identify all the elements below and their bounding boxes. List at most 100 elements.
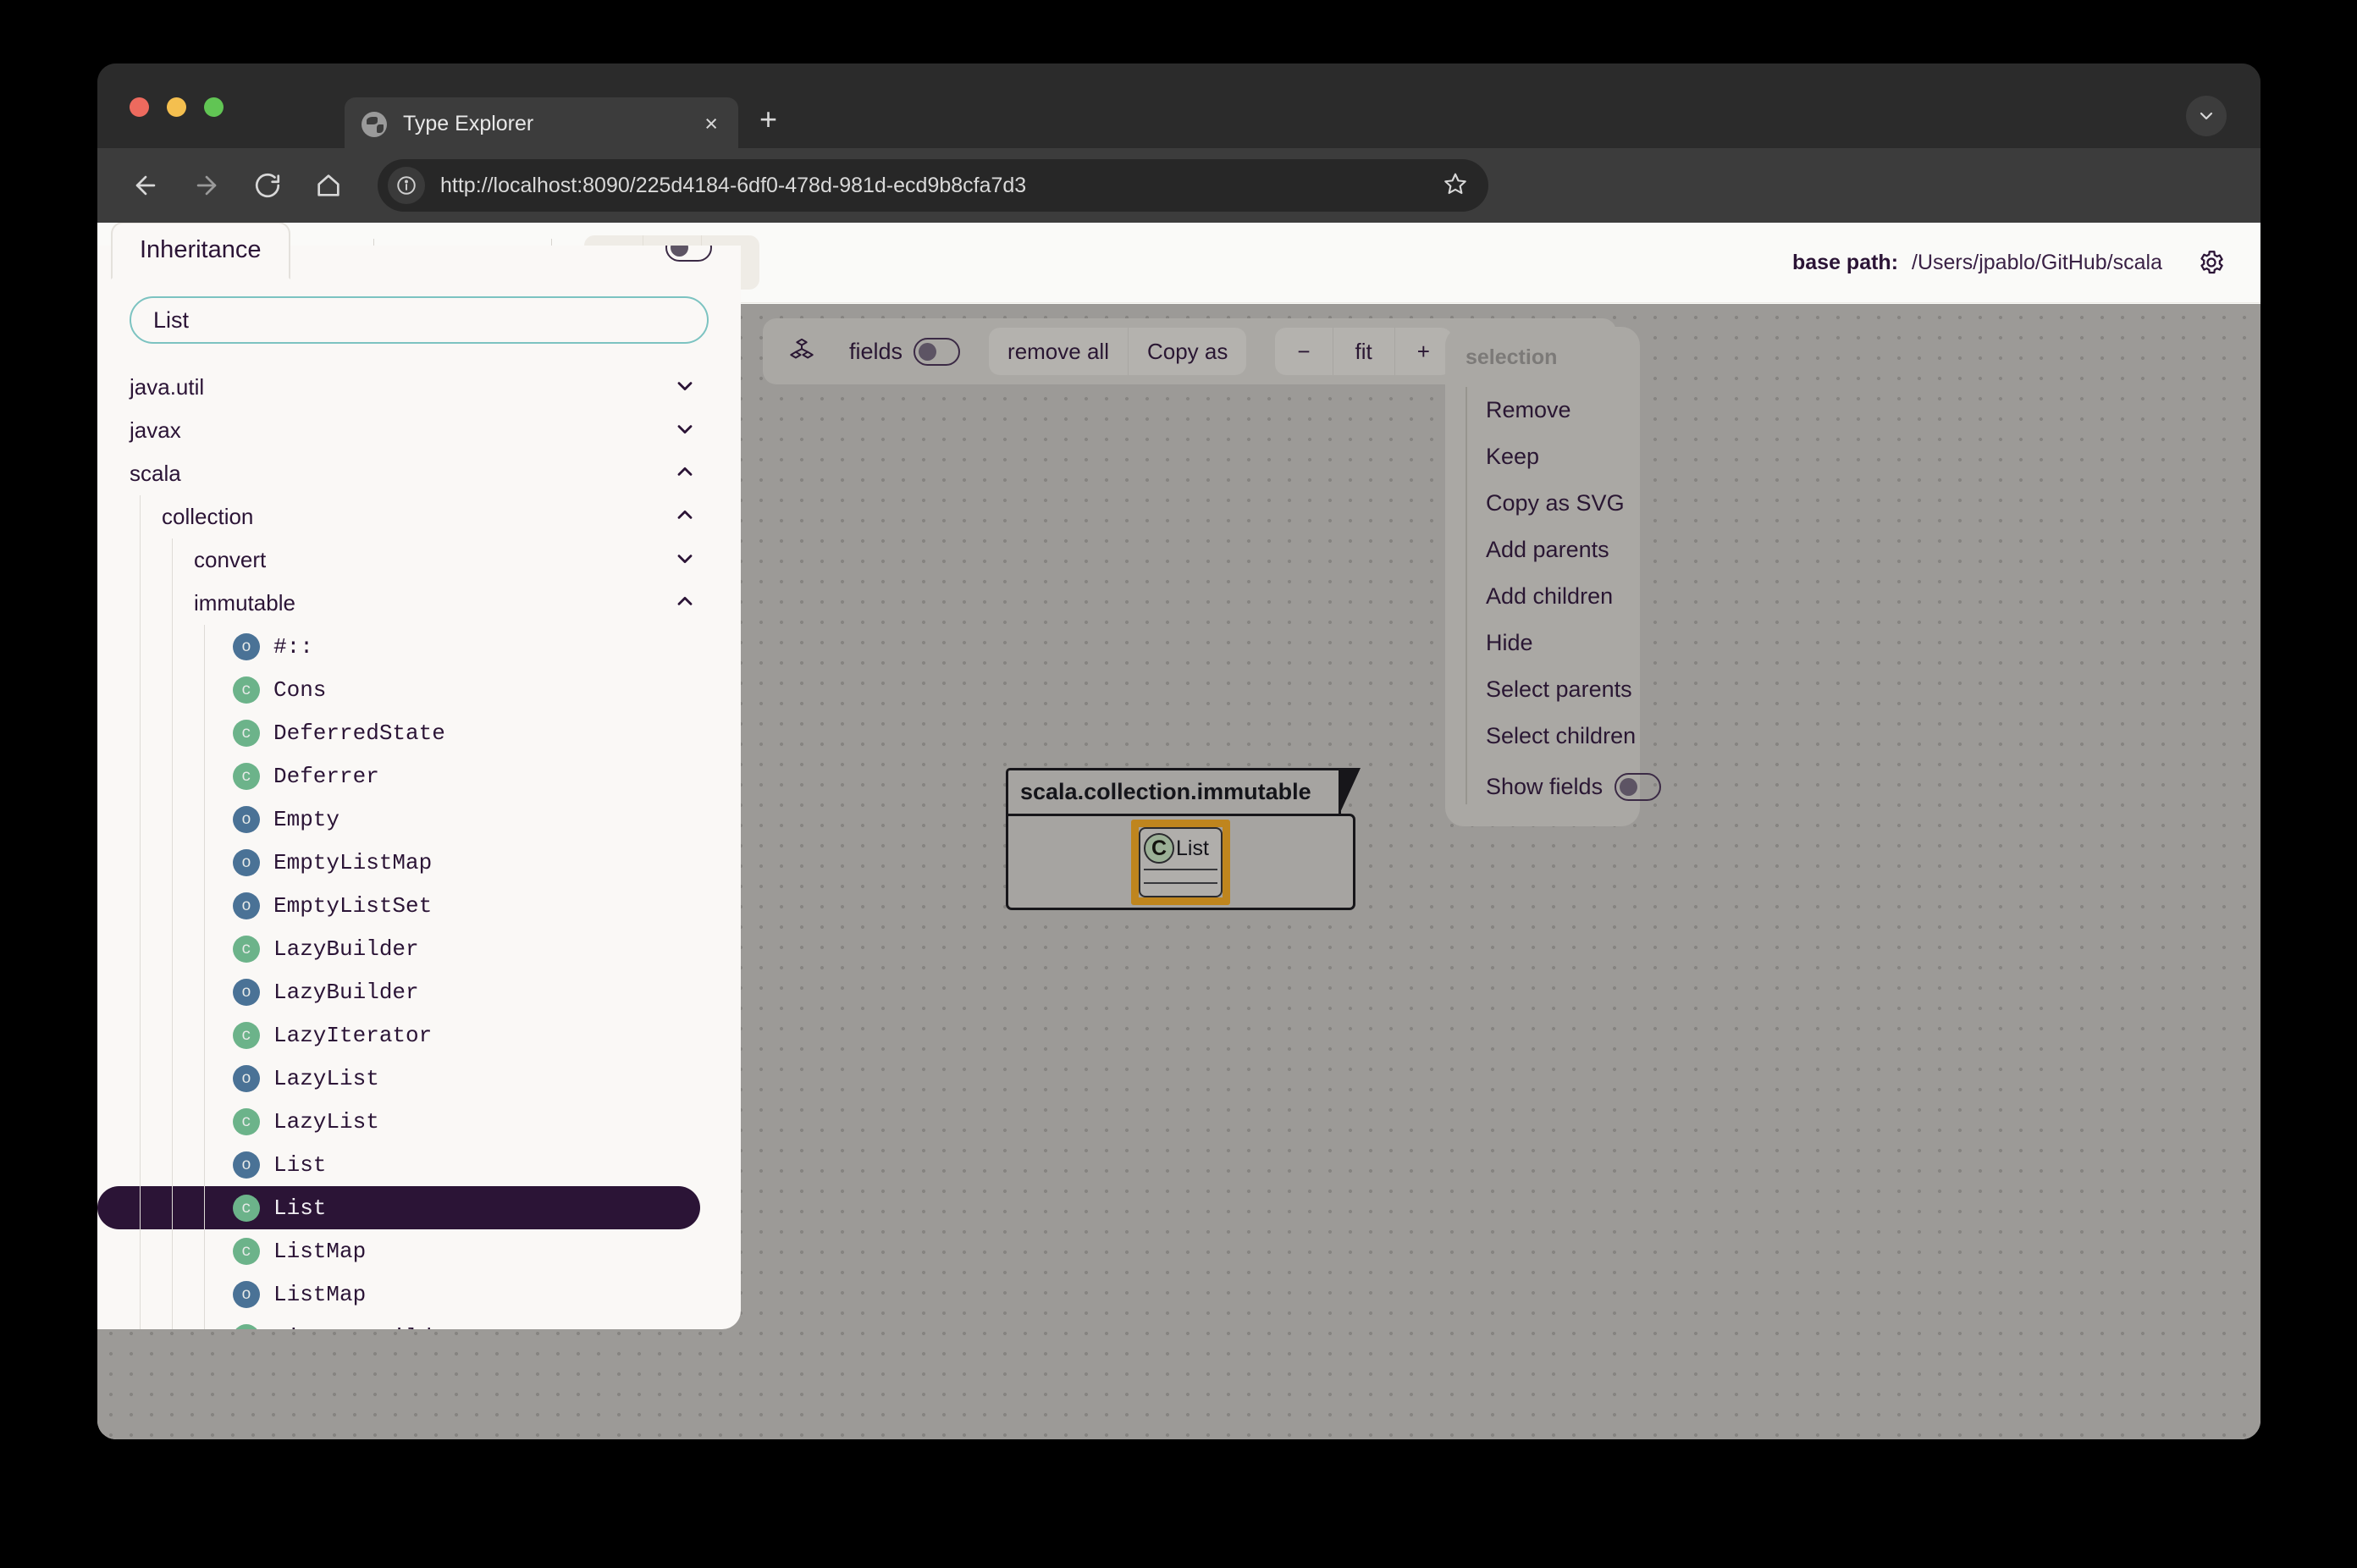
- tree-item-label: LazyList: [273, 1109, 379, 1135]
- tree-package-convert[interactable]: convert: [97, 538, 741, 582]
- chevron-down-icon[interactable]: [673, 417, 697, 444]
- cubes-icon[interactable]: [778, 337, 825, 366]
- show-fields-label: Show fields: [1486, 774, 1603, 800]
- tree-guide-line: [172, 1057, 173, 1100]
- show-fields-row[interactable]: Show fields: [1486, 759, 1640, 804]
- tree-item-label: EmptyListMap: [273, 850, 432, 875]
- zoom-fit-button[interactable]: fit: [1333, 328, 1394, 375]
- selection-action-remove[interactable]: Remove: [1486, 387, 1640, 433]
- tree-item-content: cDeferredState: [233, 720, 445, 747]
- tree-package-scala[interactable]: scala: [97, 452, 741, 495]
- url-text: http://localhost:8090/225d4184-6df0-478d…: [440, 174, 1443, 198]
- tree-package-label: scala: [130, 461, 181, 487]
- tree-item-DeferredState[interactable]: cDeferredState: [97, 711, 700, 754]
- tree-package-label: java.util: [130, 374, 204, 400]
- selection-action-add-parents[interactable]: Add parents: [1486, 527, 1640, 573]
- class-node-name: List: [1176, 836, 1209, 861]
- tree-guide-line: [172, 754, 173, 798]
- chevron-up-icon[interactable]: [673, 460, 697, 488]
- tree-package-immutable[interactable]: immutable: [97, 582, 741, 625]
- bookmark-star-icon[interactable]: [1443, 171, 1468, 201]
- tree-item-Empty[interactable]: oEmpty: [97, 798, 700, 841]
- tree-guide-line: [204, 1013, 205, 1057]
- tree-item-#::[interactable]: o#::: [97, 625, 700, 668]
- remove-all-button[interactable]: remove all: [989, 328, 1128, 375]
- header-right: base path: /Users/jpablo/GitHub/scala: [1792, 244, 2260, 281]
- tree-item-LazyBuilder[interactable]: cLazyBuilder: [97, 927, 700, 970]
- tree-guide-line: [140, 754, 141, 798]
- tree-item-LazyList[interactable]: oLazyList: [97, 1057, 700, 1100]
- new-tab-button[interactable]: +: [759, 104, 777, 135]
- selection-action-hide[interactable]: Hide: [1486, 620, 1640, 666]
- home-icon[interactable]: [305, 162, 352, 209]
- tree-item-List[interactable]: cList: [97, 1186, 700, 1229]
- site-info-icon[interactable]: [388, 167, 425, 204]
- minimize-window-button[interactable]: [167, 97, 186, 117]
- class-badge-icon: c: [233, 676, 260, 704]
- tree-item-List[interactable]: oList: [97, 1143, 700, 1186]
- forward-icon[interactable]: [183, 162, 230, 209]
- class-badge-icon: c: [233, 936, 260, 963]
- copy-as-button[interactable]: Copy as: [1128, 328, 1246, 375]
- tree-item-ListMap[interactable]: cListMap: [97, 1229, 700, 1273]
- class-node-selected[interactable]: C List: [1131, 820, 1230, 905]
- url-bar[interactable]: http://localhost:8090/225d4184-6df0-478d…: [378, 159, 1488, 212]
- tree-item-ListMapBuilder[interactable]: cListMapBuilder: [97, 1316, 700, 1329]
- class-node[interactable]: C List: [1139, 827, 1223, 897]
- fields-toggle-group[interactable]: fields: [849, 338, 960, 366]
- selection-action-select-children[interactable]: Select children: [1486, 713, 1640, 759]
- tree-guide-line: [204, 1186, 205, 1229]
- tree-item-label: Deferrer: [273, 764, 379, 789]
- tree-guide-line: [172, 1013, 173, 1057]
- close-window-button[interactable]: [130, 97, 149, 117]
- close-icon[interactable]: ×: [701, 113, 721, 135]
- package-node-label: scala.collection.immutable: [1020, 779, 1311, 805]
- chevron-up-icon[interactable]: [673, 503, 697, 531]
- tab-inheritance[interactable]: Inheritance: [111, 223, 290, 279]
- tree-package-javax[interactable]: javax: [97, 409, 741, 452]
- gear-icon[interactable]: [2193, 244, 2230, 281]
- selection-action-select-parents[interactable]: Select parents: [1486, 666, 1640, 713]
- tree-item-content: cLazyList: [233, 1108, 379, 1135]
- options-toggle[interactable]: [665, 246, 712, 262]
- tree-item-Cons[interactable]: cCons: [97, 668, 700, 711]
- chevron-down-icon[interactable]: [673, 373, 697, 401]
- tree-item-content: cLazyIterator: [233, 1022, 432, 1049]
- chevron-down-icon[interactable]: [673, 546, 697, 574]
- reload-icon[interactable]: [244, 162, 291, 209]
- object-badge-icon: o: [233, 1065, 260, 1092]
- tree-guide-line: [140, 798, 141, 841]
- class-badge-icon: c: [233, 1022, 260, 1049]
- tree-item-EmptyListSet[interactable]: oEmptyListSet: [97, 884, 700, 927]
- selection-action-copy-as-svg[interactable]: Copy as SVG: [1486, 480, 1640, 527]
- tree-item-label: ListMap: [273, 1239, 366, 1264]
- tree-package-collection[interactable]: collection: [97, 495, 741, 538]
- show-fields-toggle[interactable]: [1615, 773, 1661, 801]
- zoom-out-button[interactable]: −: [1275, 328, 1332, 375]
- app-root: Type Explorer scala stdlib base path: /U…: [97, 223, 2260, 1439]
- tree-package-java-util[interactable]: java.util: [97, 366, 741, 409]
- back-icon[interactable]: [122, 162, 169, 209]
- selection-actions-list: Remove Keep Copy as SVG Add parents Add …: [1466, 387, 1640, 804]
- show-fields-toggle-knob: [1620, 778, 1637, 796]
- tree-guide-line: [204, 970, 205, 1013]
- zoom-in-button[interactable]: +: [1394, 328, 1452, 375]
- tree-item-ListMap[interactable]: oListMap: [97, 1273, 700, 1316]
- package-node[interactable]: scala.collection.immutable C List: [1006, 768, 1355, 910]
- tree-item-label: ListMapBuilder: [273, 1325, 458, 1330]
- selection-action-add-children[interactable]: Add children: [1486, 573, 1640, 620]
- selection-action-keep[interactable]: Keep: [1486, 433, 1640, 480]
- tree-item-LazyIterator[interactable]: cLazyIterator: [97, 1013, 700, 1057]
- chevron-up-icon[interactable]: [673, 589, 697, 617]
- maximize-window-button[interactable]: [204, 97, 224, 117]
- tree-item-label: Empty: [273, 807, 339, 832]
- tree-item-EmptyListMap[interactable]: oEmptyListMap: [97, 841, 700, 884]
- tree-guide-line: [204, 754, 205, 798]
- browser-tab[interactable]: Type Explorer ×: [345, 97, 738, 151]
- tree-item-Deferrer[interactable]: cDeferrer: [97, 754, 700, 798]
- tree-item-LazyList[interactable]: cLazyList: [97, 1100, 700, 1143]
- tree-item-LazyBuilder[interactable]: oLazyBuilder: [97, 970, 700, 1013]
- search-input[interactable]: [130, 296, 709, 344]
- chevron-down-icon[interactable]: [2186, 96, 2227, 136]
- fields-toggle[interactable]: [914, 338, 960, 366]
